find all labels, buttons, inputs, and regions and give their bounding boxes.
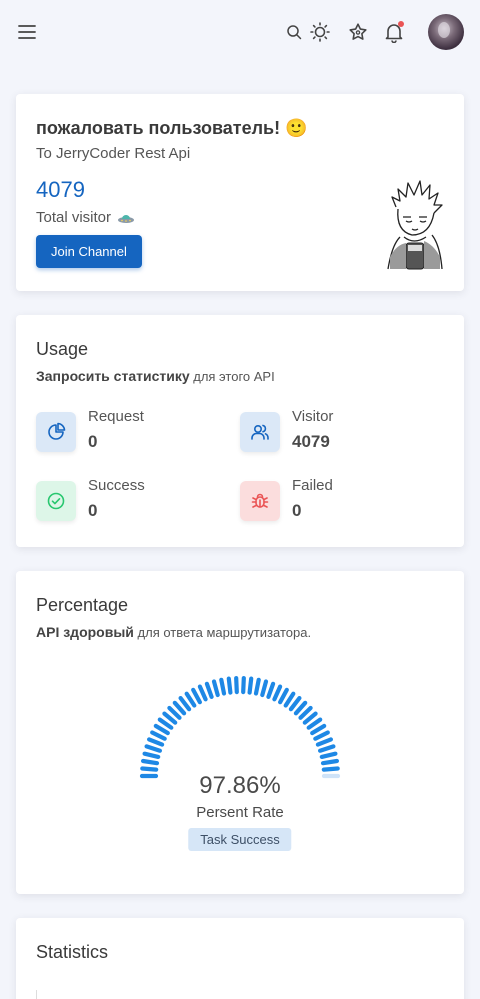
stat-value: 4079 bbox=[292, 432, 330, 451]
stat-value: 0 bbox=[292, 501, 302, 520]
gauge-chart bbox=[139, 675, 341, 779]
star-icon[interactable] bbox=[348, 22, 368, 42]
notification-badge bbox=[398, 20, 404, 27]
gauge-segment bbox=[278, 687, 289, 705]
gauge-segment bbox=[153, 723, 170, 736]
percentage-card: Percentage API здоровый для ответа маршр… bbox=[16, 571, 464, 894]
gauge-segment bbox=[184, 691, 197, 708]
gauge-segment bbox=[234, 675, 239, 695]
pie-chart-icon bbox=[36, 412, 76, 452]
statistics-title: Statistics bbox=[36, 942, 109, 962]
total-visitor-label: Total visitor bbox=[36, 209, 112, 226]
search-icon[interactable] bbox=[286, 24, 302, 40]
join-channel-button[interactable]: Join Channel bbox=[36, 235, 142, 268]
gauge-segment bbox=[226, 676, 233, 695]
gauge-segment bbox=[318, 744, 336, 753]
check-circle-icon bbox=[36, 481, 76, 521]
gauge-segment bbox=[144, 744, 163, 753]
stat-label: Success bbox=[88, 477, 145, 494]
stat-failed: Failed 0 bbox=[240, 477, 444, 521]
gauge-segment bbox=[140, 766, 159, 772]
gauge-segment bbox=[150, 730, 167, 741]
percentage-subtitle: API здоровый для ответа маршрутизатора. bbox=[36, 624, 312, 640]
stat-label: Request bbox=[88, 408, 144, 425]
gauge-value: 97.86% bbox=[199, 772, 281, 799]
stat-value: 0 bbox=[88, 432, 98, 451]
gauge-segment bbox=[283, 691, 296, 708]
stat-value: 0 bbox=[88, 501, 98, 520]
gauge-segment bbox=[140, 758, 160, 766]
usage-title: Usage bbox=[36, 339, 89, 359]
gauge-segment bbox=[178, 695, 192, 712]
bug-icon bbox=[240, 481, 280, 521]
gauge-segment bbox=[204, 681, 214, 700]
gauge-segment bbox=[219, 677, 227, 696]
gauge-segment bbox=[142, 751, 161, 760]
stat-visitor: Visitor 4079 bbox=[240, 408, 444, 452]
hamburger-icon[interactable] bbox=[18, 25, 36, 39]
bell-icon[interactable] bbox=[384, 20, 404, 43]
stat-label: Visitor bbox=[292, 408, 334, 425]
user-avatar[interactable] bbox=[428, 14, 464, 50]
gauge-segment bbox=[319, 751, 338, 760]
top-navbar bbox=[0, 0, 480, 64]
gauge-segment bbox=[272, 684, 283, 702]
gauge-segment bbox=[288, 695, 302, 712]
gauge-segment bbox=[306, 717, 323, 730]
navbar-actions bbox=[286, 14, 464, 50]
gauge-label: Persent Rate bbox=[196, 804, 284, 821]
stat-request: Request 0 bbox=[36, 408, 240, 452]
usage-subtitle: Запросить статистику для этого API bbox=[36, 368, 275, 384]
gauge-segment bbox=[313, 730, 330, 741]
gauge-segment bbox=[241, 675, 246, 695]
gauge-segment bbox=[266, 681, 276, 700]
welcome-title: пожаловать пользователь! 🙂 bbox=[36, 118, 308, 138]
statistics-chart-axis bbox=[36, 990, 37, 999]
gauge-segment bbox=[197, 684, 208, 702]
gauge-segment bbox=[211, 679, 220, 698]
total-visitor-label-row: Total visitor bbox=[36, 209, 444, 226]
gauge-segment bbox=[320, 758, 339, 766]
total-visitor-count: 4079 bbox=[36, 177, 85, 202]
usage-card: Usage Запросить статистику для этого API… bbox=[16, 315, 464, 547]
stat-success: Success 0 bbox=[36, 477, 240, 521]
percentage-title: Percentage bbox=[36, 595, 129, 615]
gauge-segment bbox=[253, 677, 261, 696]
gauge-segment bbox=[315, 737, 333, 747]
gauge-segment bbox=[146, 737, 165, 747]
users-icon bbox=[240, 412, 280, 452]
ufo-icon bbox=[118, 214, 135, 223]
usage-stats-grid: Request 0 Visitor 4079 Success 0 Failed … bbox=[36, 408, 444, 521]
success-rate-gauge: 97.86% Persent Rate Task Success bbox=[36, 640, 444, 890]
task-success-chip: Task Success bbox=[188, 828, 292, 851]
stat-label: Failed bbox=[292, 477, 333, 494]
gauge-segment bbox=[310, 723, 327, 736]
welcome-subtitle: To JerryCoder Rest Api bbox=[36, 145, 191, 162]
mascot-illustration bbox=[387, 180, 443, 270]
gauge-segment bbox=[247, 676, 254, 695]
sun-icon[interactable] bbox=[310, 22, 330, 42]
gauge-segment bbox=[321, 766, 340, 772]
gauge-segment bbox=[191, 687, 202, 705]
welcome-card: пожаловать пользователь! 🙂 To JerryCoder… bbox=[16, 94, 464, 291]
gauge-segment bbox=[260, 679, 269, 698]
statistics-card: Statistics bbox=[16, 918, 464, 999]
gauge-segment bbox=[157, 717, 174, 730]
